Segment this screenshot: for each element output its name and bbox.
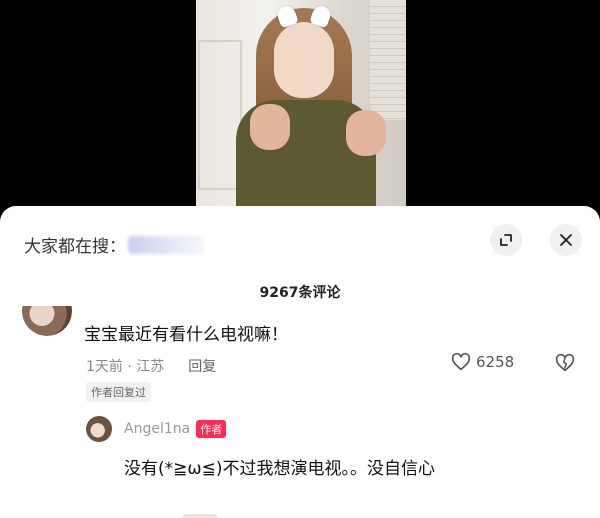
next-comment-avatar-partial <box>180 514 220 518</box>
person-face <box>274 22 334 98</box>
trending-search-label: 大家都在搜： <box>24 237 126 257</box>
broken-heart-icon[interactable] <box>554 352 576 374</box>
author-avatar[interactable] <box>86 416 112 442</box>
video-player[interactable] <box>0 0 600 214</box>
expand-icon <box>500 234 512 246</box>
comment-meta: 1天前 · 江苏 回复 <box>86 356 216 376</box>
heart-outline-icon <box>451 352 471 371</box>
ears-filter-icon <box>278 6 330 28</box>
reply-text: 没有(*≧ω≦)不过我想演电视。。没自信心 <box>124 459 435 479</box>
author-username[interactable]: Angel1na <box>124 421 190 437</box>
trending-search-term-blurred[interactable] <box>128 235 204 254</box>
author-tag: 作者 <box>196 420 227 438</box>
comment-time-location: 1天前 · 江苏 <box>86 359 165 375</box>
like-count: 6258 <box>476 353 515 371</box>
author-replied-badge: 作者回复过 <box>86 382 151 402</box>
background-blinds <box>370 0 406 120</box>
close-icon <box>560 234 572 246</box>
video-frame <box>196 0 406 214</box>
comment-count: 9267条评论 <box>259 285 341 301</box>
expand-button[interactable] <box>490 224 522 256</box>
comment-sheet: 大家都在搜： 9267条评论 宝宝最近有看什么电视嘛！ 1天前 · 江苏 回复 … <box>0 206 600 518</box>
person-hand-right <box>346 110 386 156</box>
like-button[interactable]: 6258 <box>450 351 514 373</box>
reply-button[interactable]: 回复 <box>188 356 216 376</box>
person-hand-left <box>250 104 290 150</box>
commenter-avatar[interactable] <box>22 306 72 336</box>
trending-search[interactable]: 大家都在搜： <box>24 232 204 257</box>
close-button[interactable] <box>550 224 582 256</box>
reply-header: Angel1na 作者 <box>124 420 227 438</box>
comment-text: 宝宝最近有看什么电视嘛！ <box>84 325 288 345</box>
